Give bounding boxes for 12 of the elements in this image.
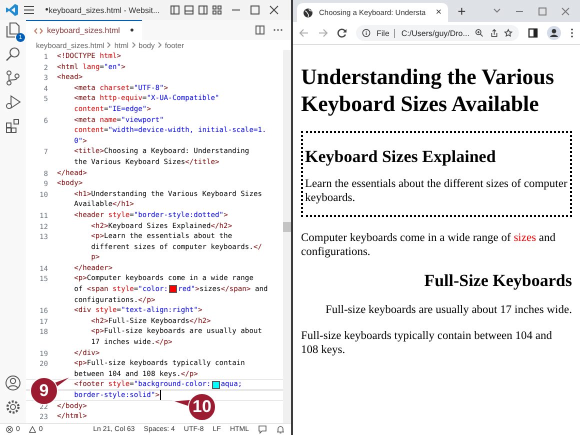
- paragraph: Full-size keyboards are usually about 17 inches wide.: [324, 303, 572, 317]
- page-heading: Understanding the Various Keyboard Sizes Available: [301, 63, 556, 117]
- section-heading: Keyboard Sizes Explained: [305, 147, 497, 167]
- paragraph: Full-size keyboards typically contain between 104 and 108 keys.: [301, 329, 554, 357]
- new-tab-button[interactable]: +: [454, 3, 470, 19]
- address-bar[interactable]: File C:/Users/guy/Dro...: [356, 25, 519, 41]
- paragraph: Computer keyboards come in a wide range of sizes and configurations.: [301, 231, 557, 259]
- section-heading: Full-Size Keyboards: [423, 271, 572, 291]
- file-label: File: [376, 28, 396, 38]
- url-text: C:/Users/guy/Dro...: [401, 28, 470, 38]
- paragraph: Learn the essentials about the different sizes of computer keyboards.: [305, 177, 568, 205]
- window-title: keyboard_sizes.html - Websit...: [48, 6, 160, 14]
